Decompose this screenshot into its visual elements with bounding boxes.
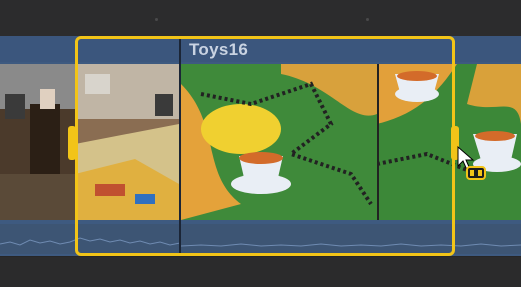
timeline-bottom-strip <box>0 257 521 287</box>
ruler-dot <box>155 18 158 21</box>
timeline[interactable]: Toys16 <box>0 0 521 287</box>
clip-left-thumb-1 <box>0 64 75 220</box>
timeline-top-strip <box>0 0 521 36</box>
film-trim-icon <box>466 166 486 180</box>
ruler-dot <box>366 18 369 21</box>
trim-handle-left[interactable] <box>68 126 76 160</box>
clip-selection-frame[interactable] <box>75 36 455 256</box>
